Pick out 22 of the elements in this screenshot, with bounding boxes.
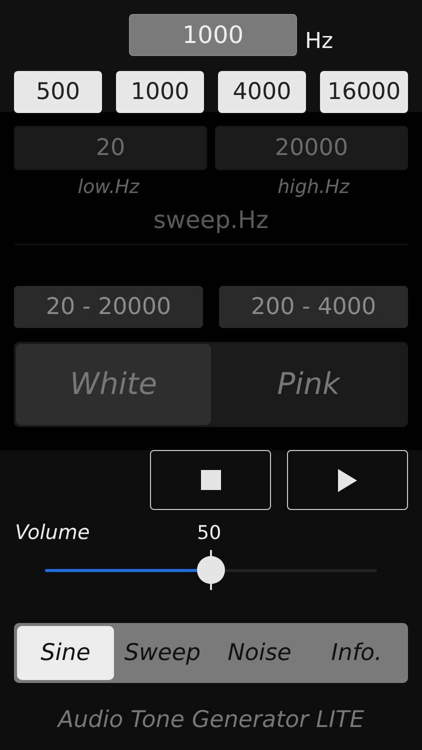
stop-button[interactable] <box>150 450 271 510</box>
field-label: low.Hz <box>76 176 140 198</box>
play-button[interactable] <box>287 450 408 510</box>
frequency-field[interactable]: 1000 <box>128 14 297 56</box>
stop-icon <box>200 470 220 490</box>
preset-button[interactable]: 1000 <box>116 71 204 113</box>
field-label: high.Hz <box>276 176 351 198</box>
mode-tab[interactable]: Sine <box>17 626 114 680</box>
mode-tab[interactable]: Sweep <box>114 626 211 680</box>
mode-tab[interactable]: Noise <box>211 626 308 680</box>
preset-button[interactable]: 4000 <box>218 71 306 113</box>
mode-tab[interactable]: Info. <box>308 626 405 680</box>
unit-label: Hz <box>304 29 334 54</box>
volume-reading: 50 <box>197 522 222 544</box>
preset-button[interactable]: 500 <box>14 71 102 113</box>
volume-slider-thumb[interactable] <box>197 550 225 590</box>
play-icon <box>338 468 357 492</box>
volume-slider[interactable] <box>45 550 377 590</box>
sweep-title: sweep.Hz <box>153 206 269 234</box>
preset-button[interactable]: 16000 <box>320 71 408 113</box>
app-title: Audio Tone Generator LITE <box>56 707 366 733</box>
volume-label: Volume <box>15 520 90 546</box>
